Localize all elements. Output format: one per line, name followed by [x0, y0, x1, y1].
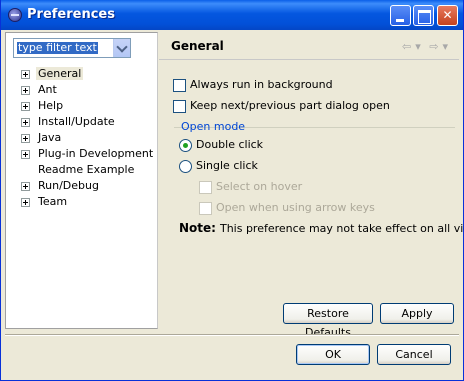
plus-expander-icon[interactable]	[21, 150, 30, 159]
forward-arrow-icon[interactable]: ⇨	[429, 40, 439, 53]
note-message: This preference may not take effect on a…	[219, 222, 464, 235]
preference-tree: General Ant Help Install/Update Java Plug-in …	[20, 66, 155, 210]
keep-next-previous-label: Keep next/previous part dialog open	[190, 99, 390, 112]
select-on-hover-label: Select on hover	[216, 180, 303, 193]
ok-button[interactable]: OK	[296, 344, 370, 365]
plus-expander-icon[interactable]	[21, 118, 30, 127]
page-title: General	[171, 39, 224, 53]
history-navigation: ⇦ ▾ ⇨ ▾	[399, 40, 449, 53]
tree-item-label: Team	[38, 195, 68, 208]
cancel-button[interactable]: Cancel	[377, 344, 451, 365]
filter-input[interactable]: type filter text	[17, 42, 98, 54]
preference-tree-panel: type filter text General Ant Help Install/U…	[5, 32, 158, 329]
back-dropdown-icon[interactable]: ▾	[415, 40, 422, 53]
plus-expander-icon[interactable]	[21, 86, 30, 95]
title-bar[interactable]: Preferences ✕	[1, 0, 463, 30]
checkbox-box	[199, 202, 212, 215]
tree-item-label: Run/Debug	[38, 179, 99, 192]
open-arrow-keys-label: Open when using arrow keys	[216, 201, 375, 214]
radio-button[interactable]	[179, 139, 192, 152]
tree-item-label: Plug-in Development	[38, 147, 154, 160]
plus-expander-icon[interactable]	[21, 70, 30, 79]
plus-expander-icon[interactable]	[21, 102, 30, 111]
restore-defaults-button[interactable]: Restore Defaults	[283, 303, 373, 339]
tree-item-label: Java	[38, 131, 62, 144]
tree-item-label: General	[36, 67, 84, 80]
always-run-background-label: Always run in background	[190, 78, 333, 91]
tree-item[interactable]: Ant	[20, 82, 155, 98]
tree-item[interactable]: General	[20, 66, 155, 82]
radio-button[interactable]	[179, 160, 192, 173]
tree-item[interactable]: Plug-in Development	[20, 146, 155, 162]
tree-item[interactable]: Readme Example	[20, 162, 155, 178]
open-mode-group-label: Open mode	[181, 120, 246, 133]
tree-item-label: Help	[38, 99, 64, 112]
tree-item-label: Readme Example	[38, 163, 135, 176]
minimize-button[interactable]	[390, 5, 411, 26]
close-button[interactable]: ✕	[437, 5, 458, 26]
tree-item[interactable]: Java	[20, 130, 155, 146]
page-header: General ⇦ ▾ ⇨ ▾	[159, 32, 459, 60]
plus-expander-icon[interactable]	[21, 182, 30, 191]
tree-item[interactable]: Run/Debug	[20, 178, 155, 194]
plus-expander-icon[interactable]	[21, 134, 30, 143]
checkbox-box	[199, 181, 212, 194]
dialog-separator	[5, 334, 459, 336]
checkbox-box[interactable]	[173, 79, 186, 92]
forward-dropdown-icon[interactable]: ▾	[442, 40, 449, 53]
single-click-label: Single click	[196, 159, 258, 172]
tree-item[interactable]: Team	[20, 194, 155, 210]
apply-button[interactable]: Apply	[380, 303, 454, 324]
tree-item[interactable]: Help	[20, 98, 155, 114]
window-title: Preferences	[27, 7, 115, 22]
tree-item[interactable]: Install/Update	[20, 114, 155, 130]
note-label: Note:	[179, 221, 216, 235]
tree-item-label: Ant	[38, 83, 57, 96]
eclipse-app-icon	[8, 8, 22, 22]
back-arrow-icon[interactable]: ⇦	[402, 40, 412, 53]
preferences-window: Preferences ✕ type filter text General An…	[0, 0, 464, 381]
checkbox-box[interactable]	[173, 100, 186, 113]
double-click-label: Double click	[196, 138, 264, 151]
note-text: Note: This preference may not take effect…	[179, 221, 464, 235]
tree-item-label: Install/Update	[38, 115, 115, 128]
plus-expander-icon[interactable]	[21, 198, 30, 207]
chevron-down-icon[interactable]	[113, 39, 130, 57]
filter-combo[interactable]: type filter text	[13, 38, 131, 58]
maximize-button[interactable]	[413, 5, 434, 26]
